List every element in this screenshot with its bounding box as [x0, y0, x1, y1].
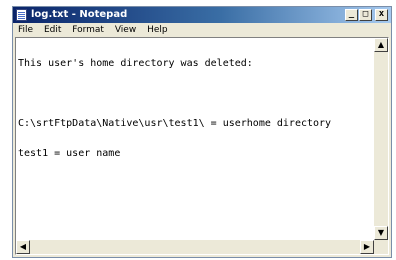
arrow-down-icon[interactable]: ▼ — [374, 226, 388, 240]
menu-bar: File Edit Format View Help — [13, 23, 391, 37]
notepad-window: log.txt - Notepad _ □ x File Edit Format… — [12, 6, 392, 258]
notepad-icon[interactable] — [16, 9, 27, 21]
text-line: test1 = user name — [18, 148, 121, 159]
menu-format[interactable]: Format — [72, 23, 104, 37]
menu-help[interactable]: Help — [147, 23, 168, 37]
title-bar[interactable]: log.txt - Notepad _ □ x — [13, 7, 391, 23]
text-editor-area[interactable]: This user's home directory was deleted: … — [15, 37, 389, 255]
arrow-right-icon[interactable]: ▶ — [360, 240, 374, 254]
vertical-scrollbar[interactable]: ▲ ▼ — [374, 38, 388, 240]
text-line: This user's home directory was deleted: — [18, 58, 253, 69]
menu-file[interactable]: File — [18, 23, 33, 37]
arrow-left-icon[interactable]: ◀ — [16, 240, 30, 254]
horizontal-scrollbar[interactable]: ◀ ▶ — [16, 240, 374, 254]
menu-view[interactable]: View — [115, 23, 136, 37]
maximize-button[interactable]: □ — [359, 9, 372, 21]
document-text[interactable]: This user's home directory was deleted: … — [18, 39, 372, 238]
minimize-button[interactable]: _ — [345, 9, 358, 21]
text-line: C:\srtFtpData\Native\usr\test1\ = userho… — [18, 118, 332, 129]
window-title: log.txt - Notepad — [31, 9, 128, 20]
arrow-up-icon[interactable]: ▲ — [374, 38, 388, 52]
resize-grip[interactable] — [374, 240, 388, 254]
close-button[interactable]: x — [375, 9, 388, 21]
menu-edit[interactable]: Edit — [44, 23, 61, 37]
text-line — [18, 89, 372, 99]
